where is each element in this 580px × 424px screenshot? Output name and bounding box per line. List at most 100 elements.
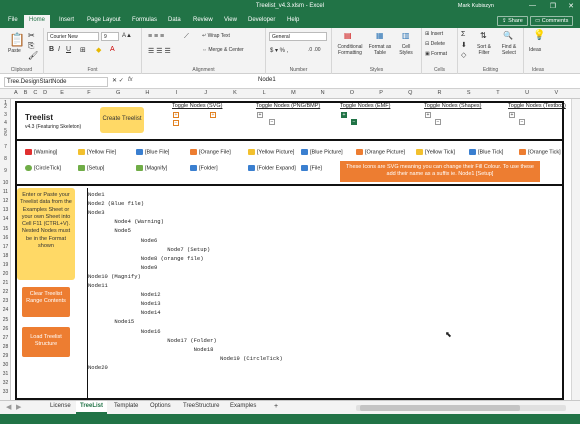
find-select-button[interactable]: Find & Select bbox=[498, 44, 520, 56]
ideas-button[interactable]: Ideas bbox=[529, 47, 541, 53]
column-header[interactable]: Q bbox=[396, 90, 425, 96]
clear-icon[interactable]: ◇ bbox=[461, 51, 466, 59]
column-header[interactable]: C bbox=[30, 90, 40, 96]
add-sheet-button[interactable]: + bbox=[274, 403, 278, 410]
create-treelist-button[interactable]: Create Treelist bbox=[100, 107, 144, 133]
paste-button[interactable]: Paste bbox=[8, 48, 21, 54]
collapse-icon[interactable]: − bbox=[173, 120, 179, 126]
orientation-icon[interactable]: ⟋ bbox=[184, 33, 189, 41]
number-format-select[interactable]: General bbox=[269, 32, 327, 41]
column-header[interactable]: B bbox=[21, 90, 31, 96]
horizontal-scrollbar[interactable] bbox=[356, 405, 566, 411]
format-as-table-button[interactable]: Format as Table bbox=[368, 44, 392, 56]
fill-icon[interactable]: ⬇ bbox=[461, 41, 467, 49]
next-sheet-icon[interactable]: ▶ bbox=[16, 403, 21, 411]
tab-license[interactable]: License bbox=[50, 403, 71, 409]
close-button[interactable]: ✕ bbox=[568, 2, 574, 10]
tree-node-cell[interactable]: Node5 bbox=[88, 227, 131, 234]
row-header[interactable]: 17 bbox=[0, 244, 11, 250]
row-header[interactable]: 27 bbox=[0, 335, 11, 341]
clear-treelist-button[interactable]: Clear Treelist Range Contents bbox=[22, 287, 70, 317]
share-button[interactable]: ⇪ Share bbox=[497, 16, 528, 26]
tab-formulas[interactable]: Formulas bbox=[132, 17, 157, 23]
row-header[interactable]: 20 bbox=[0, 271, 11, 277]
align-left-icon[interactable]: ☰ ☰ ☰ bbox=[148, 47, 171, 55]
tree-node-cell[interactable]: Node11 bbox=[88, 282, 108, 289]
row-header[interactable]: 2 bbox=[0, 104, 11, 110]
toggle-svg-link[interactable]: Toggle Nodes (SVG) bbox=[172, 103, 222, 109]
column-header[interactable]: G bbox=[104, 90, 133, 96]
column-header[interactable]: F bbox=[74, 90, 103, 96]
collapse-icon[interactable]: − bbox=[435, 119, 441, 125]
column-header[interactable]: H bbox=[133, 90, 162, 96]
toggle-shapes-link[interactable]: Toggle Nodes (Shapes) bbox=[424, 103, 481, 109]
column-header[interactable]: I bbox=[162, 90, 191, 96]
tab-home[interactable]: Home bbox=[24, 15, 51, 28]
expand-icon[interactable]: + bbox=[257, 112, 263, 118]
tab-template[interactable]: Template bbox=[114, 403, 138, 409]
tab-examples[interactable]: Examples bbox=[230, 403, 256, 409]
fill-color-icon[interactable]: ◆ bbox=[96, 46, 101, 54]
tab-treestructure[interactable]: TreeStructure bbox=[183, 403, 219, 409]
wrap-text-button[interactable]: ↵ Wrap Text bbox=[202, 33, 230, 39]
tab-data[interactable]: Data bbox=[168, 17, 181, 23]
tree-node-cell[interactable]: Node4 (Warning) bbox=[88, 218, 164, 225]
toggle-png-link[interactable]: Toggle Nodes (PNG/BMP) bbox=[256, 103, 320, 109]
decimal-icon[interactable]: .0 .00 bbox=[308, 47, 321, 53]
collapse-icon[interactable]: − bbox=[519, 119, 525, 125]
copy-icon[interactable]: ⎘ bbox=[28, 42, 34, 50]
collapse-icon[interactable]: − bbox=[351, 119, 357, 125]
tab-insert[interactable]: Insert bbox=[59, 17, 74, 23]
font-color-icon[interactable]: A bbox=[110, 46, 115, 53]
merge-center-button[interactable]: ⇔ Merge & Center bbox=[202, 47, 244, 53]
formula-cancel-icon[interactable]: ✕ ✓ bbox=[112, 77, 124, 84]
currency-icon[interactable]: $ ▾ % , bbox=[270, 47, 288, 54]
font-name-select[interactable]: Courier New bbox=[47, 32, 99, 41]
row-header[interactable]: 31 bbox=[0, 371, 11, 377]
cut-icon[interactable]: ✂ bbox=[28, 32, 35, 40]
scroll-thumb[interactable] bbox=[360, 405, 520, 411]
format-painter-icon[interactable]: 🖌 bbox=[28, 52, 38, 60]
insert-cells-button[interactable]: ⊞ Insert bbox=[425, 31, 443, 37]
tree-node-cell[interactable]: Node14 bbox=[88, 309, 161, 316]
column-header[interactable]: E bbox=[50, 90, 74, 96]
toggle-emf-link[interactable]: Toggle Nodes (EMF) bbox=[340, 103, 390, 109]
row-header[interactable]: 21 bbox=[0, 280, 11, 286]
row-header[interactable]: 30 bbox=[0, 362, 11, 368]
load-treelist-button[interactable]: Load Treelist Structure bbox=[22, 327, 70, 357]
column-header[interactable]: T bbox=[483, 90, 512, 96]
row-header[interactable]: 3 bbox=[0, 112, 11, 118]
autosum-icon[interactable]: Σ bbox=[461, 31, 465, 38]
tab-view[interactable]: View bbox=[224, 17, 237, 23]
conditional-formatting-button[interactable]: Conditional Formatting bbox=[336, 44, 364, 56]
row-header[interactable]: 19 bbox=[0, 262, 11, 268]
row-header[interactable]: 32 bbox=[0, 380, 11, 386]
column-header[interactable]: K bbox=[220, 90, 249, 96]
comments-button[interactable]: ▭ Comments bbox=[530, 16, 574, 26]
tree-node-cell[interactable]: Node17 (Folder) bbox=[88, 337, 217, 344]
paste-icon[interactable]: 📋 bbox=[9, 33, 25, 46]
row-header[interactable]: 26 bbox=[0, 326, 11, 332]
tab-file[interactable]: File bbox=[8, 17, 18, 23]
column-header[interactable]: S bbox=[454, 90, 483, 96]
fx-label[interactable]: fx bbox=[128, 77, 133, 83]
tab-help[interactable]: Help bbox=[287, 17, 299, 23]
row-header[interactable]: 16 bbox=[0, 235, 11, 241]
row-header[interactable]: 14 bbox=[0, 216, 11, 222]
tab-options[interactable]: Options bbox=[150, 403, 171, 409]
bold-icon[interactable]: B bbox=[49, 46, 54, 53]
worksheet[interactable]: Treelist v4.3 (Featuring Skeleton) Creat… bbox=[11, 99, 571, 400]
tab-review[interactable]: Review bbox=[193, 17, 213, 23]
tree-node-cell[interactable]: Node12 bbox=[88, 291, 161, 298]
column-header[interactable]: N bbox=[308, 90, 337, 96]
tree-node-cell[interactable]: Node3 bbox=[88, 209, 105, 216]
row-header[interactable]: 9 bbox=[0, 168, 11, 174]
cell-styles-button[interactable]: Cell Styles bbox=[396, 44, 416, 56]
vertical-scrollbar[interactable] bbox=[571, 99, 580, 400]
format-cells-button[interactable]: ▣ Format bbox=[425, 51, 447, 57]
tree-node-cell[interactable]: Node19 (CircleTick) bbox=[88, 355, 283, 362]
column-header[interactable]: J bbox=[191, 90, 220, 96]
tree-node-cell[interactable]: Node8 (orange file) bbox=[88, 255, 204, 262]
column-header[interactable]: O bbox=[337, 90, 366, 96]
sort-filter-button[interactable]: Sort & Filter bbox=[474, 44, 494, 56]
